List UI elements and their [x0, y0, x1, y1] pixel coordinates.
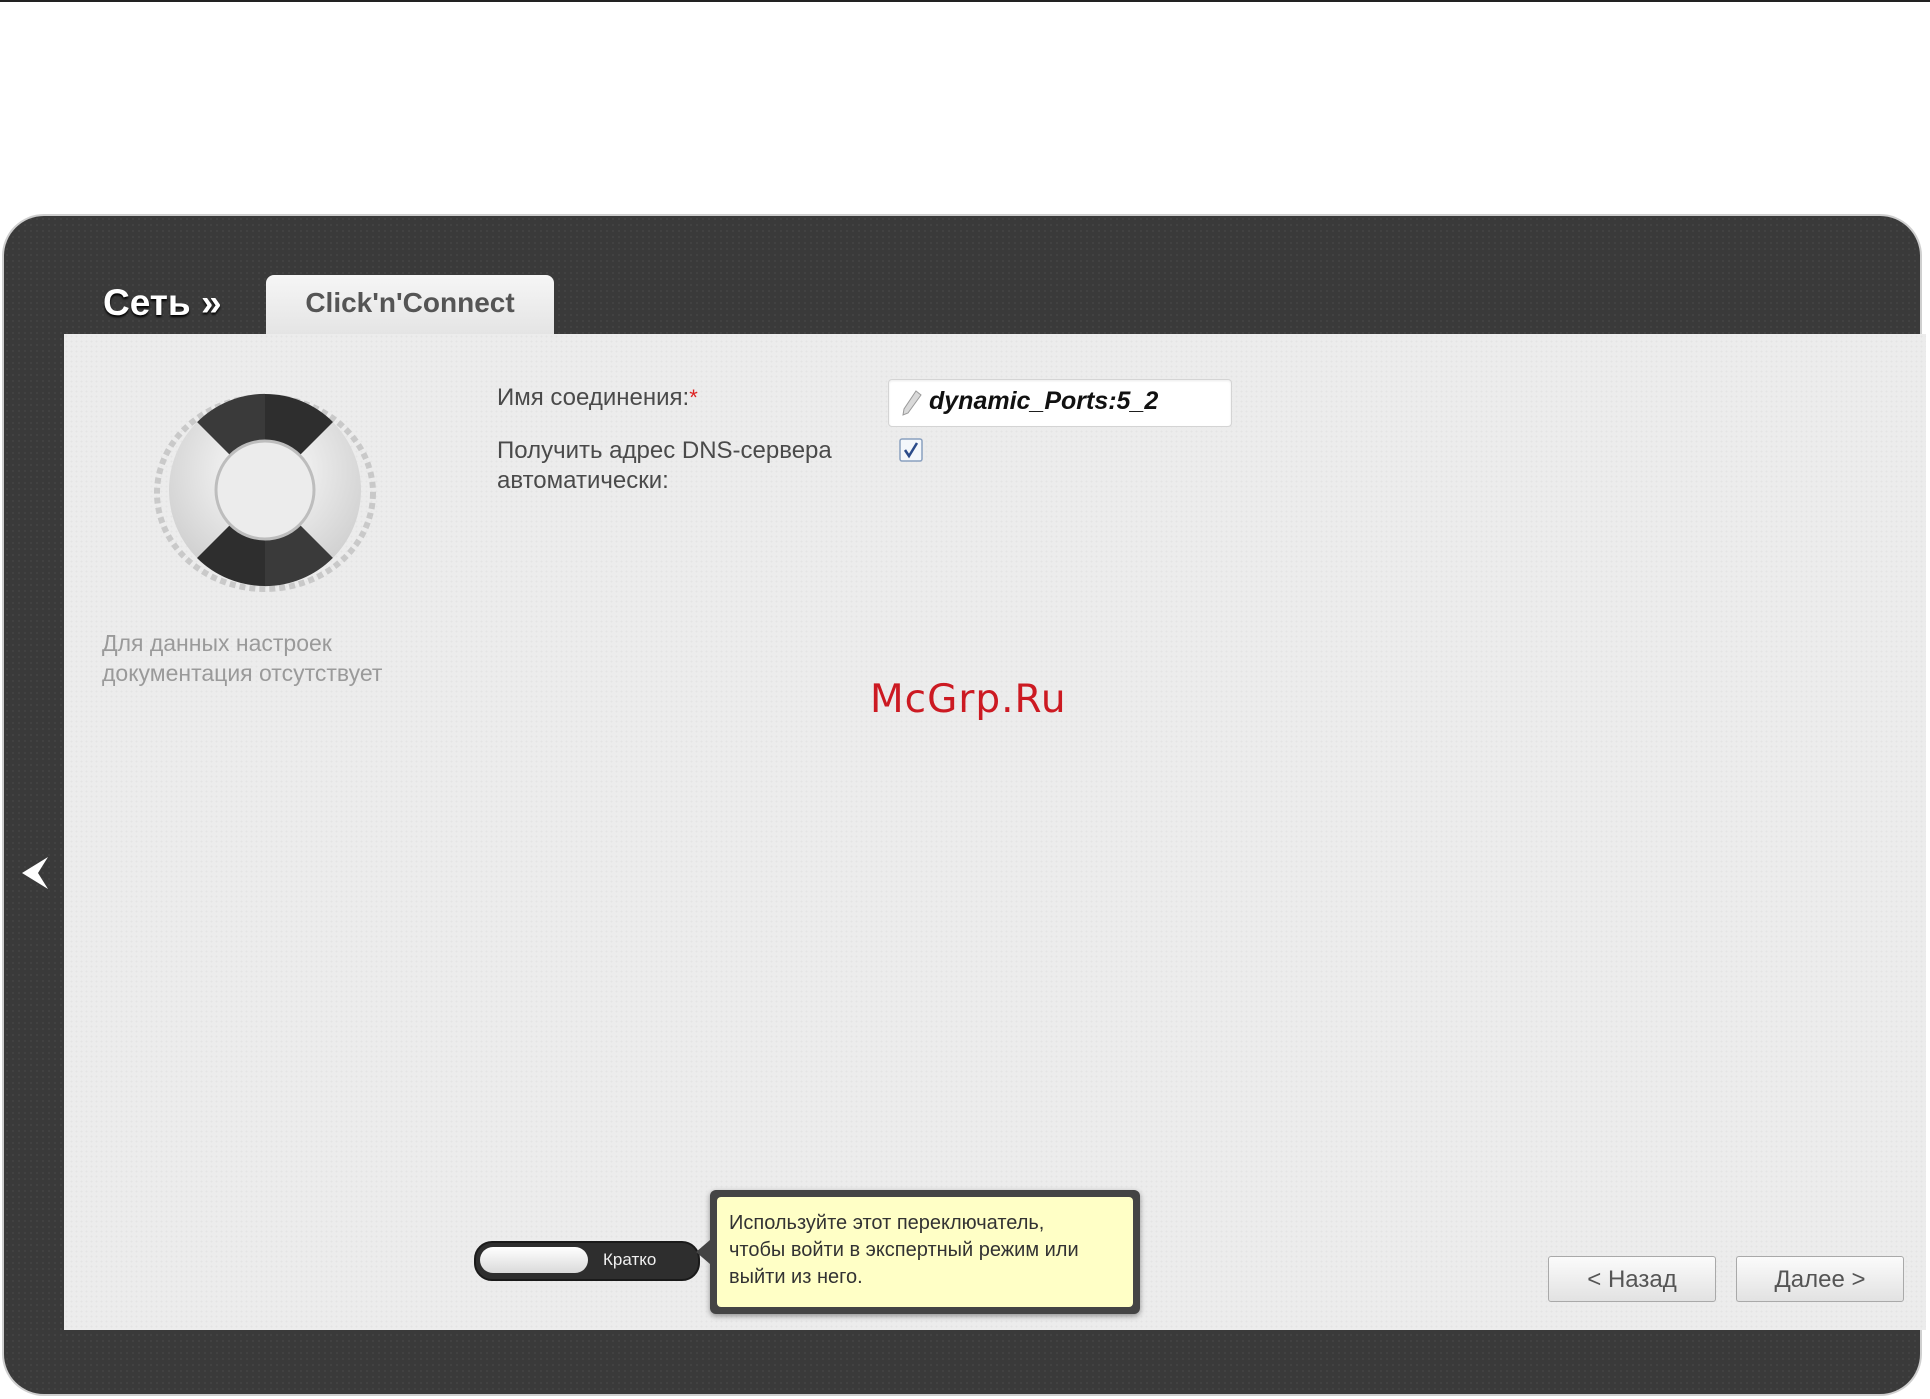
tooltip-line: чтобы войти в экспертный режим или — [729, 1239, 1079, 1261]
dns-auto-label: Получить адрес DNS-сервера автоматически… — [497, 436, 832, 496]
connection-name-label: Имя соединения:* — [497, 383, 698, 413]
page-top-rule — [0, 0, 1930, 2]
chevron-left-icon[interactable] — [18, 853, 52, 893]
mode-toggle[interactable]: Кратко — [474, 1241, 700, 1281]
tooltip-body: Используйте этот переключатель, чтобы во… — [717, 1197, 1133, 1307]
next-button[interactable]: Далее > — [1736, 1256, 1904, 1302]
tooltip-line: Используйте этот переключатель, — [729, 1212, 1045, 1234]
lifebuoy-icon — [154, 393, 376, 592]
watermark: McGrp.Ru — [870, 677, 1067, 722]
mode-tooltip: Используйте этот переключатель, чтобы во… — [696, 1190, 1140, 1314]
connection-name-value: dynamic_Ports:5_2 — [929, 387, 1159, 415]
required-marker: * — [689, 385, 698, 410]
pencil-icon — [902, 390, 922, 416]
tooltip-pointer — [696, 1240, 710, 1264]
connection-name-field[interactable]: dynamic_Ports:5_2 — [888, 379, 1232, 427]
back-button[interactable]: < Назад — [1548, 1256, 1716, 1302]
page-title[interactable]: Сеть » — [103, 282, 222, 324]
dns-auto-checkbox[interactable] — [899, 438, 923, 462]
tooltip-line: выйти из него. — [729, 1266, 863, 1288]
dns-auto-label-line1: Получить адрес DNS-сервера — [497, 437, 832, 464]
connection-name-label-text: Имя соединения: — [497, 384, 690, 411]
help-text: Для данных настроек документация отсутст… — [102, 630, 383, 686]
tab-clickn-connect[interactable]: Click'n'Connect — [266, 275, 554, 335]
toggle-knob[interactable] — [480, 1247, 588, 1273]
toggle-label: Кратко — [603, 1250, 657, 1269]
dns-auto-label-line2: автоматически: — [497, 467, 669, 494]
